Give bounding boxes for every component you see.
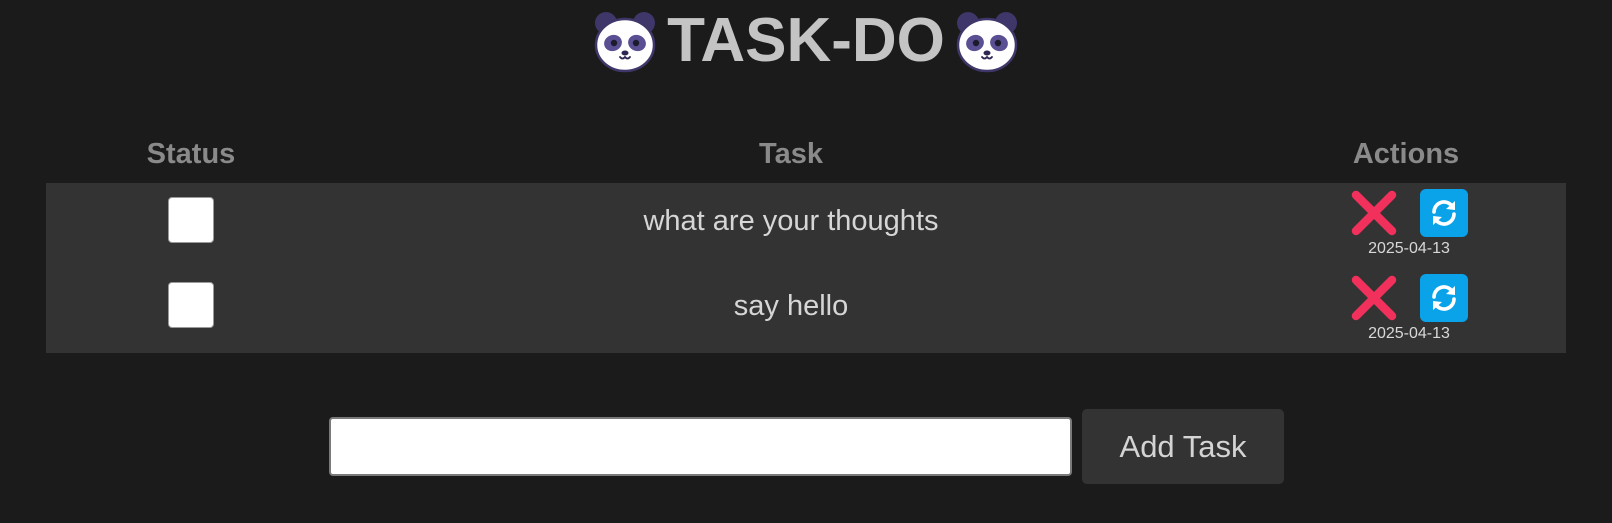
task-done-checkbox[interactable] bbox=[168, 197, 214, 243]
task-date: 2025-04-13 bbox=[1368, 325, 1450, 342]
column-header-status: Status bbox=[146, 137, 236, 170]
task-cell: say hello bbox=[336, 268, 1246, 353]
panda-face-icon bbox=[956, 12, 1018, 73]
add-task-button[interactable]: Add Task bbox=[1082, 409, 1284, 484]
status-cell bbox=[46, 268, 336, 353]
action-buttons bbox=[1350, 274, 1468, 322]
delete-task-button[interactable] bbox=[1350, 274, 1398, 322]
todo-app: TASK-DO Status Task Actions what are you… bbox=[0, 0, 1612, 523]
task-actions: 2025-04-13 bbox=[1350, 274, 1468, 343]
status-cell bbox=[46, 183, 336, 268]
task-done-checkbox[interactable] bbox=[168, 282, 214, 328]
action-buttons bbox=[1350, 189, 1468, 237]
table-row: what are your thoughts 2025-04-13 bbox=[46, 183, 1566, 268]
task-table: Status Task Actions what are your though… bbox=[46, 125, 1566, 353]
column-header-actions: Actions bbox=[1352, 137, 1460, 170]
update-task-button[interactable] bbox=[1420, 189, 1468, 237]
delete-task-button[interactable] bbox=[1350, 189, 1398, 237]
app-header: TASK-DO bbox=[0, 6, 1612, 76]
update-task-button[interactable] bbox=[1420, 274, 1468, 322]
panda-face-icon bbox=[594, 12, 656, 73]
add-task-form: Add Task bbox=[329, 409, 1284, 484]
task-text: say hello bbox=[733, 290, 849, 322]
task-text: what are your thoughts bbox=[643, 205, 939, 237]
table-row: say hello 2025-04-13 bbox=[46, 268, 1566, 353]
app-title: TASK-DO bbox=[667, 6, 945, 75]
refresh-icon bbox=[1432, 200, 1456, 226]
column-header-task: Task bbox=[759, 137, 823, 170]
actions-cell: 2025-04-13 bbox=[1246, 268, 1566, 353]
refresh-icon bbox=[1432, 285, 1456, 311]
task-cell: what are your thoughts bbox=[336, 183, 1246, 268]
new-task-input[interactable] bbox=[329, 417, 1072, 476]
close-x-icon bbox=[1351, 190, 1397, 236]
task-actions: 2025-04-13 bbox=[1350, 189, 1468, 258]
close-x-icon bbox=[1351, 275, 1397, 321]
task-date: 2025-04-13 bbox=[1368, 240, 1450, 257]
actions-cell: 2025-04-13 bbox=[1246, 183, 1566, 268]
table-header-row: Status Task Actions bbox=[46, 125, 1566, 183]
